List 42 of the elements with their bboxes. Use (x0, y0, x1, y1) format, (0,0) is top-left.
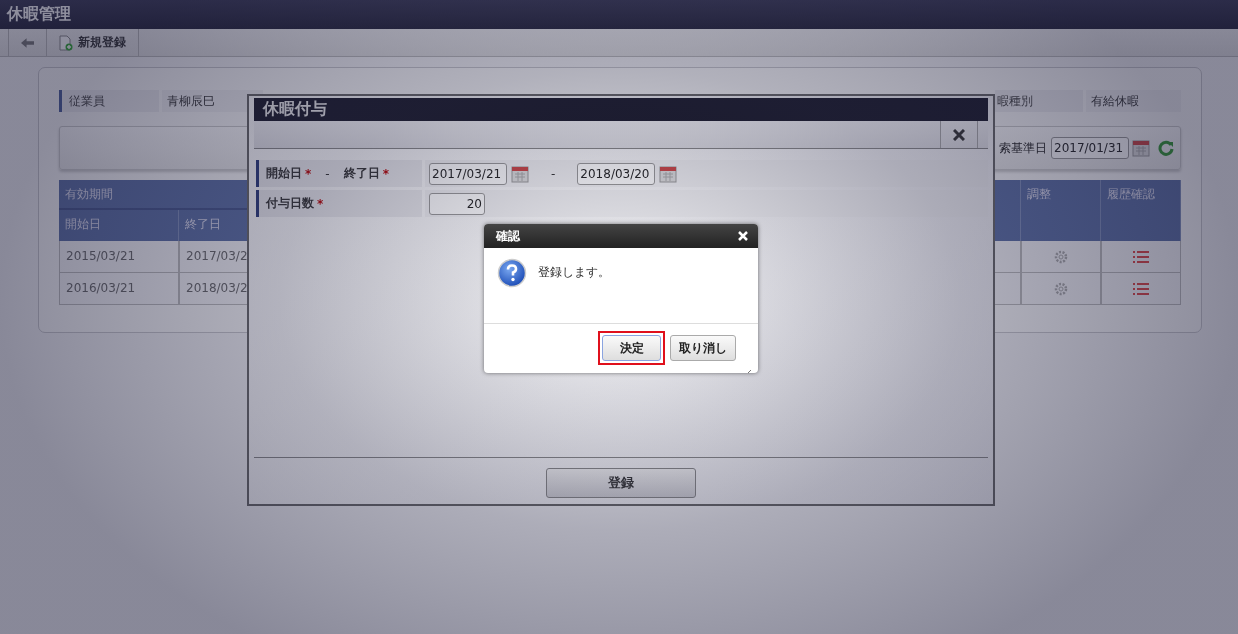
search-label: 索基準日 (999, 139, 1047, 157)
column-header: 開始日 (59, 210, 179, 241)
dialog-button[interactable]: 取り消し (670, 335, 736, 361)
date-field[interactable]: 2017/03/21 (429, 162, 507, 185)
arrow-left-icon (21, 37, 34, 48)
date-field[interactable]: 2017/01/31 (1051, 137, 1129, 159)
close-icon[interactable] (738, 231, 748, 241)
required-mark: * (382, 166, 389, 181)
table-cell: 2016/03/21 (59, 273, 179, 305)
confirm-message: 登録します。 (538, 264, 610, 281)
column-header: 履歴確認 (1101, 180, 1181, 241)
separator: - (551, 166, 556, 181)
field-label: 開始日 (266, 165, 302, 182)
calendar-icon[interactable] (659, 164, 678, 183)
required-mark: * (305, 166, 312, 181)
required-mark: * (317, 196, 324, 211)
gear-icon[interactable] (1054, 249, 1068, 264)
confirm-title: 確認 (496, 227, 520, 245)
close-button[interactable] (940, 121, 978, 148)
new-document-icon (59, 34, 73, 51)
field-label: 暇種別 (995, 90, 1083, 112)
gear-icon[interactable] (1054, 281, 1068, 296)
separator: - (325, 166, 330, 181)
register-button[interactable]: 登録 (546, 468, 696, 498)
refresh-icon[interactable] (1158, 140, 1174, 156)
calendar-icon[interactable] (511, 164, 529, 183)
date-field[interactable]: 2018/03/20 (577, 162, 656, 185)
column-header: 調整 (1021, 180, 1101, 241)
close-icon (953, 128, 965, 141)
dialog-button[interactable]: 決定 (602, 335, 661, 361)
table-cell: 2015/03/21 (59, 241, 179, 273)
calendar-icon[interactable] (1132, 139, 1150, 157)
number-field[interactable]: 20 (429, 192, 485, 215)
new-button[interactable]: 新規登録 (46, 29, 139, 56)
field-label: 終了日 (343, 165, 380, 182)
field-value: 有給休暇 (1086, 90, 1181, 112)
question-icon (497, 258, 527, 288)
list-icon[interactable] (1133, 250, 1149, 263)
dialog-title: 休暇付与 (263, 99, 327, 120)
list-icon[interactable] (1133, 282, 1149, 295)
app-title: 休暇管理 (7, 4, 71, 25)
field-label: 従業員 (59, 90, 159, 112)
